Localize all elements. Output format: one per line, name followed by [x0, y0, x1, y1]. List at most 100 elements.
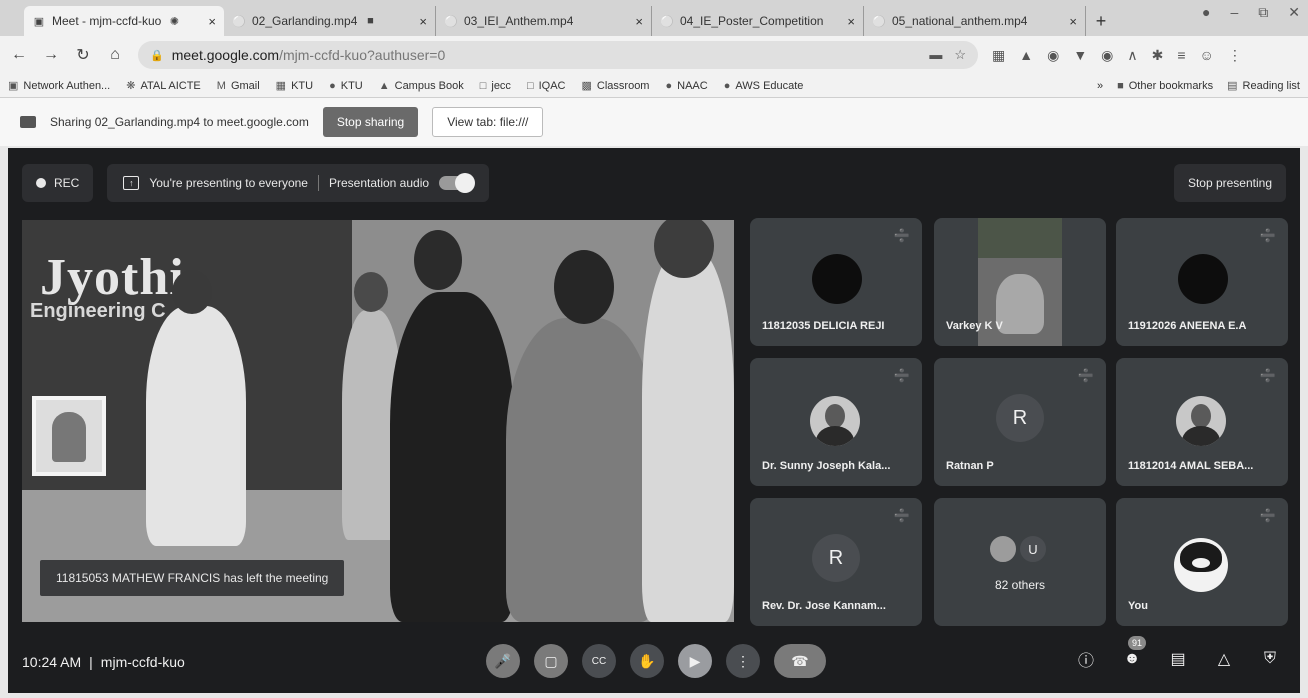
- participant-name: Ratnan P: [946, 460, 994, 472]
- bookmark-aws-educate[interactable]: ● AWS Educate: [724, 80, 804, 92]
- avatar: [1176, 396, 1226, 446]
- participant-tile[interactable]: ➗ R Rev. Dr. Jose Kannam...: [750, 498, 922, 626]
- extensions-puzzle-icon[interactable]: ✱: [1152, 47, 1164, 64]
- close-window-icon[interactable]: ✕: [1288, 4, 1300, 21]
- present-upload-icon: ↑: [123, 176, 140, 190]
- recording-indicator[interactable]: REC: [22, 164, 94, 202]
- url-host: meet.google.com: [171, 47, 280, 63]
- profile-icon[interactable]: ●: [1202, 4, 1210, 21]
- profile-avatar-icon[interactable]: ☺: [1200, 47, 1214, 64]
- extension-icon[interactable]: ◉: [1047, 47, 1059, 64]
- bookmark-iqac[interactable]: □ IQAC: [527, 80, 566, 92]
- minimize-icon[interactable]: –: [1230, 4, 1238, 21]
- people-button[interactable]: 91 ☻: [1122, 636, 1146, 670]
- participant-tile[interactable]: ➗ 11812035 DELICIA REJI: [750, 218, 922, 346]
- close-tab-icon[interactable]: ×: [635, 14, 643, 29]
- extension-icon[interactable]: ∧: [1127, 47, 1137, 64]
- camera-indicator-icon[interactable]: ▬: [929, 47, 942, 63]
- close-tab-icon[interactable]: ×: [1069, 14, 1077, 29]
- bookmark-label: Campus Book: [394, 79, 464, 92]
- home-icon[interactable]: ⌂: [106, 46, 124, 64]
- view-tab-button[interactable]: View tab: file:///: [432, 107, 544, 137]
- tab-national-anthem[interactable]: ⚪ 05_national_anthem.mp4 ×: [864, 6, 1086, 36]
- bookmark-classroom[interactable]: ▩ Classroom: [581, 79, 650, 93]
- extension-icon[interactable]: ◉: [1101, 47, 1113, 64]
- other-bookmarks[interactable]: ■ Other bookmarks: [1117, 80, 1213, 92]
- extension-icon[interactable]: ▼: [1073, 47, 1087, 64]
- tab-meet[interactable]: ▣ Meet - mjm-ccfd-kuo ✺ ×: [24, 6, 224, 36]
- others-tile[interactable]: U 82 others: [934, 498, 1106, 626]
- extension-icon[interactable]: ▦: [992, 47, 1005, 64]
- person-head: [554, 250, 614, 324]
- activities-button[interactable]: △: [1214, 648, 1234, 670]
- bookmark-network[interactable]: ▣ Network Authen...: [8, 79, 110, 93]
- bookmark-ktu-1[interactable]: ▦ KTU: [276, 79, 313, 93]
- participant-tile[interactable]: ➗ 11812014 AMAL SEBA...: [1116, 358, 1288, 486]
- more-options-button[interactable]: ⋮: [726, 644, 760, 678]
- meet-call-area: REC ↑ You're presenting to everyone Pres…: [8, 148, 1300, 693]
- bookmarks-overflow-button[interactable]: »: [1097, 80, 1103, 92]
- stop-presenting-button[interactable]: Stop presenting: [1173, 164, 1286, 202]
- bookmark-ktu-2[interactable]: ● KTU: [329, 80, 363, 92]
- globe-icon: ●: [723, 79, 731, 92]
- camera-off-icon: ▢: [544, 652, 558, 669]
- leave-call-button[interactable]: ☎: [774, 644, 826, 678]
- bookmark-campus-book[interactable]: ▲ Campus Book: [379, 80, 464, 92]
- participant-name: Varkey K V: [946, 320, 1003, 332]
- presentation-audio-toggle[interactable]: [439, 173, 476, 193]
- classroom-icon: ▩: [581, 80, 592, 92]
- bookmark-label: ATAL AICTE: [140, 79, 201, 92]
- forward-icon[interactable]: →: [42, 46, 60, 64]
- divider: |: [89, 654, 93, 670]
- reading-mode-icon[interactable]: ≡: [1177, 47, 1185, 64]
- rec-label: REC: [54, 176, 80, 190]
- address-bar[interactable]: 🔒 meet.google.com/mjm-ccfd-kuo?authuser=…: [138, 41, 978, 69]
- bookmark-label: NAAC: [677, 79, 708, 92]
- stop-sharing-button[interactable]: Stop sharing: [322, 107, 419, 137]
- participant-tile[interactable]: ➗ R Ratnan P: [934, 358, 1106, 486]
- menu-icon[interactable]: ⋮: [1228, 47, 1242, 64]
- hang-up-icon: ☎: [791, 652, 809, 669]
- new-tab-button[interactable]: +: [1086, 6, 1116, 36]
- chat-button[interactable]: ▤: [1168, 648, 1188, 670]
- tab-garlanding[interactable]: ⚪ 02_Garlanding.mp4 ■ ×: [224, 6, 436, 36]
- close-tab-icon[interactable]: ×: [208, 14, 216, 29]
- bookmark-naac[interactable]: ● NAAC: [665, 80, 707, 92]
- reload-icon[interactable]: ↻: [74, 45, 92, 65]
- captions-button[interactable]: CC: [582, 644, 616, 678]
- doc-icon: □: [526, 79, 534, 92]
- participant-name: 11912026 ANEENA E.A: [1128, 320, 1247, 332]
- lock-icon: 🔒: [150, 49, 164, 62]
- present-button[interactable]: ▶: [678, 644, 712, 678]
- browser-window: ▣ Meet - mjm-ccfd-kuo ✺ × ⚪ 02_Garlandin…: [0, 0, 1308, 698]
- tab-iei-anthem[interactable]: ⚪ 03_IEI_Anthem.mp4 ×: [436, 6, 652, 36]
- people-icon: ☻: [1123, 650, 1141, 667]
- tab-poster-competition[interactable]: ⚪ 04_IE_Poster_Competition ×: [652, 6, 864, 36]
- participant-tile[interactable]: ➗ Dr. Sunny Joseph Kala...: [750, 358, 922, 486]
- bookmark-atal[interactable]: ❋ ATAL AICTE: [126, 79, 201, 93]
- recording-dot-icon: [36, 178, 46, 188]
- others-count: 82 others: [994, 578, 1046, 592]
- mic-muted-icon: ➗: [893, 508, 910, 523]
- participant-tile[interactable]: ➗ 11912026 ANEENA E.A: [1116, 218, 1288, 346]
- bookmark-star-icon[interactable]: ☆: [954, 47, 966, 63]
- close-tab-icon[interactable]: ×: [847, 14, 855, 29]
- meeting-details-button[interactable]: ⓘ: [1076, 648, 1096, 670]
- mic-toggle-button[interactable]: 🎤: [486, 644, 520, 678]
- raise-hand-button[interactable]: ✋: [630, 644, 664, 678]
- bookmark-gmail[interactable]: M Gmail: [217, 80, 260, 92]
- participant-tile[interactable]: Varkey K V: [934, 218, 1106, 346]
- camera-toggle-button[interactable]: ▢: [534, 644, 568, 678]
- meeting-time: 10:24 AM: [22, 654, 82, 670]
- presenting-pill: ↑ You're presenting to everyone Presenta…: [107, 164, 490, 202]
- back-icon[interactable]: ←: [10, 46, 28, 64]
- self-tile[interactable]: ➗ You: [1116, 498, 1288, 626]
- tab-title: 05_national_anthem.mp4: [892, 14, 1028, 28]
- bookmark-jecc[interactable]: □ jecc: [480, 80, 511, 92]
- restore-icon[interactable]: ⧉: [1258, 4, 1268, 21]
- reading-list[interactable]: ▤ Reading list: [1227, 79, 1300, 93]
- host-controls-button[interactable]: ⛨: [1260, 648, 1280, 670]
- meet-icon: ▣: [33, 15, 45, 28]
- close-tab-icon[interactable]: ×: [419, 14, 427, 29]
- extension-icon[interactable]: ▲: [1019, 47, 1033, 64]
